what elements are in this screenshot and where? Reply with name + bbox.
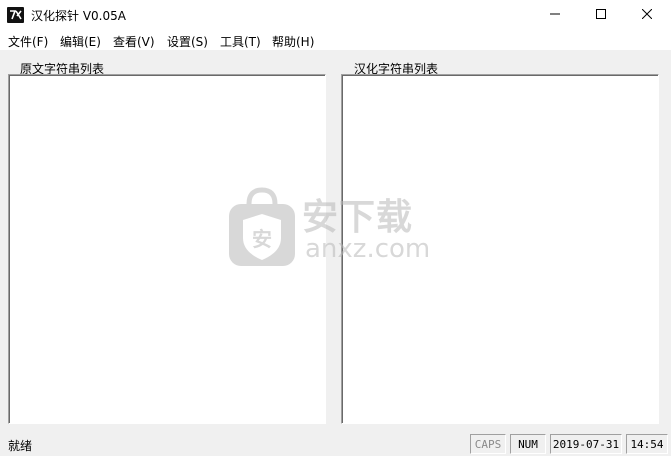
menu-help[interactable]: 帮助(H) [272, 33, 314, 50]
menu-settings[interactable]: 设置(S) [167, 33, 208, 50]
menu-tools[interactable]: 工具(T) [220, 33, 261, 50]
menu-view[interactable]: 查看(V) [113, 33, 155, 50]
title-bar: 汉化探针 V0.05A [0, 0, 671, 30]
minimize-button[interactable] [532, 0, 578, 30]
status-bar: 就绪 CAPS NUM 2019-07-31 14:54 [0, 432, 671, 456]
app-logo-icon[interactable] [7, 7, 24, 23]
watermark-text-en: anxz.com [305, 234, 431, 264]
maximize-icon [596, 8, 606, 22]
shield-char: 安 [252, 227, 272, 251]
caps-indicator: CAPS [470, 434, 506, 454]
watermark: 安 安下载 anxz.com [225, 186, 445, 270]
maximize-button[interactable] [578, 0, 624, 30]
time-indicator: 14:54 [626, 434, 668, 454]
menu-bar: 文件(F) 编辑(E) 查看(V) 设置(S) 工具(T) 帮助(H) [0, 30, 671, 50]
date-indicator: 2019-07-31 [550, 434, 622, 454]
window-title: 汉化探针 V0.05A [31, 9, 126, 23]
menu-edit[interactable]: 编辑(E) [60, 33, 101, 50]
minimize-icon [550, 8, 560, 22]
close-icon [641, 8, 653, 22]
num-indicator: NUM [510, 434, 546, 454]
status-text: 就绪 [8, 439, 33, 453]
close-button[interactable] [624, 0, 670, 30]
watermark-text-cn: 安下载 [302, 197, 414, 238]
menu-file[interactable]: 文件(F) [8, 33, 48, 50]
